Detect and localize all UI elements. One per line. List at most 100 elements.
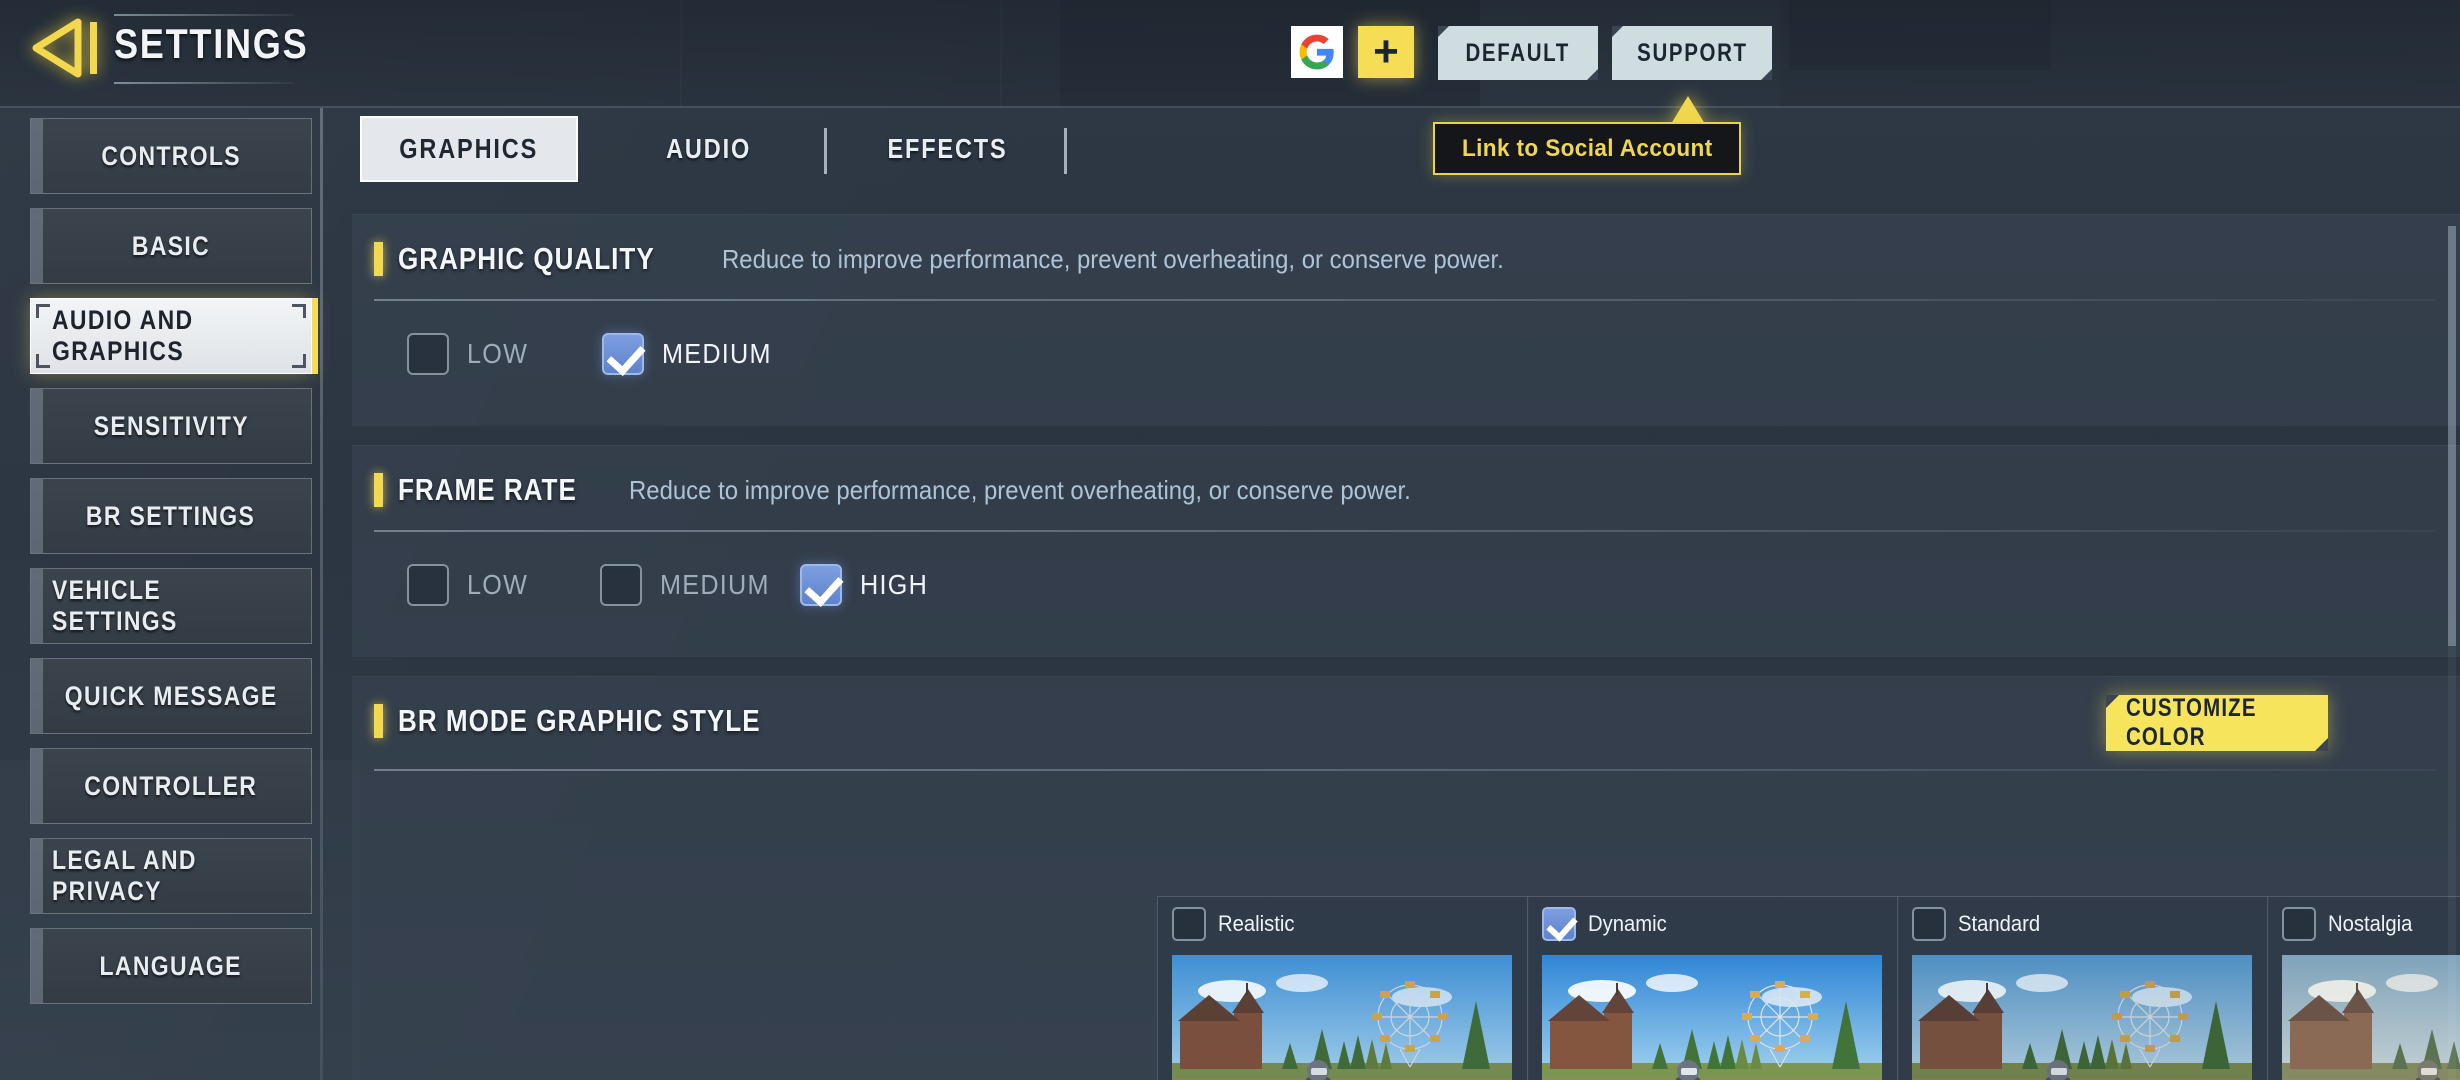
tab-separator (824, 128, 827, 174)
section-description: Reduce to improve performance, prevent o… (721, 243, 1504, 274)
style-thumbnail-realistic (1172, 955, 1512, 1080)
settings-sidebar: CONTROLS BASIC AUDIO AND GRAPHICS SENSIT… (0, 108, 322, 1080)
sidebar-item-label: LANGUAGE (99, 950, 243, 981)
option-graphic-quality-low[interactable]: LOW (407, 333, 535, 375)
section-rule (374, 299, 2436, 301)
sidebar-item-quick-message[interactable]: QUICK MESSAGE (30, 658, 312, 734)
sidebar-item-language[interactable]: LANGUAGE (30, 928, 312, 1004)
section-graphic-quality: GRAPHIC QUALITY Reduce to improve perfor… (352, 214, 2460, 426)
corner-notch-bottom-right (1587, 69, 1598, 80)
sidebar-item-legal-and-privacy[interactable]: LEGAL AND PRIVACY (30, 838, 312, 914)
sidebar-item-label: VEHICLE SETTINGS (52, 575, 178, 636)
sidebar-item-label: LEGAL AND PRIVACY (52, 845, 197, 906)
checkbox-dynamic[interactable] (1542, 907, 1576, 941)
style-card-header: Standard (1912, 907, 2047, 941)
tab-audio[interactable]: AUDIO (614, 116, 804, 182)
option-label: MEDIUM (660, 569, 770, 600)
option-graphic-quality-medium[interactable]: MEDIUM (602, 333, 784, 375)
sidebar-item-sensitivity[interactable]: SENSITIVITY (30, 388, 312, 464)
corner-notch-bottom-right (2315, 738, 2328, 751)
content-scrollbar-thumb[interactable] (2448, 226, 2456, 646)
checkbox-realistic[interactable] (1172, 907, 1206, 941)
option-label: MEDIUM (662, 338, 772, 369)
option-frame-rate-low[interactable]: LOW (407, 564, 535, 606)
corner-marker-top-right (292, 304, 306, 318)
style-thumbnail-dynamic (1542, 955, 1882, 1080)
br-mode-header: BR MODE GRAPHIC STYLE (374, 703, 830, 739)
top-bar: SETTINGS + DEFAULT SUPPORT (0, 0, 2460, 108)
game-scene-illustration (1172, 955, 1512, 1080)
checkbox-high[interactable] (800, 564, 842, 606)
option-label: HIGH (860, 569, 929, 600)
title-rule-top (114, 14, 294, 16)
google-logo-icon (1299, 34, 1334, 70)
style-card-header: Dynamic (1542, 907, 1674, 941)
sidebar-item-br-settings[interactable]: BR SETTINGS (30, 478, 312, 554)
checkbox-standard[interactable] (1912, 907, 1946, 941)
checkbox-medium[interactable] (602, 333, 644, 375)
style-thumbnail-standard (1912, 955, 2252, 1080)
graphic-quality-header: GRAPHIC QUALITY Reduce to improve perfor… (374, 241, 1571, 277)
section-title: GRAPHIC QUALITY (398, 241, 655, 276)
option-frame-rate-high[interactable]: HIGH (800, 564, 936, 606)
corner-notch-top-left (1438, 26, 1449, 37)
sidebar-item-label: BASIC (131, 230, 211, 261)
checkbox-nostalgia[interactable] (2282, 907, 2316, 941)
customize-color-label: CUSTOMIZE COLOR (2125, 694, 2257, 751)
checkbox-low[interactable] (407, 564, 449, 606)
tab-label: EFFECTS (886, 133, 1008, 164)
sidebar-item-label: CONTROLLER (84, 770, 258, 801)
page-title-wrap: SETTINGS (110, 6, 330, 92)
corner-marker-bottom-right (292, 354, 306, 368)
tab-graphics[interactable]: GRAPHICS (360, 116, 578, 182)
section-title: BR MODE GRAPHIC STYLE (398, 703, 761, 738)
frame-rate-header: FRAME RATE Reduce to improve performance… (374, 472, 1479, 508)
corner-marker-bottom-left (36, 354, 50, 368)
checkbox-medium[interactable] (600, 564, 642, 606)
game-scene-illustration (1542, 955, 1882, 1080)
section-accent-bar (374, 704, 383, 738)
corner-marker-top-left (36, 304, 50, 318)
section-title: FRAME RATE (398, 472, 577, 507)
tab-label: GRAPHICS (399, 133, 539, 164)
option-frame-rate-medium[interactable]: MEDIUM (600, 564, 782, 606)
google-account-button[interactable] (1291, 26, 1343, 78)
style-thumbnail-nostalgia (2282, 955, 2460, 1080)
style-card-header: Nostalgia (2282, 907, 2420, 941)
sidebar-item-controller[interactable]: CONTROLLER (30, 748, 312, 824)
sidebar-item-vehicle-settings[interactable]: VEHICLE SETTINGS (30, 568, 312, 644)
sidebar-divider (320, 108, 323, 1080)
corner-notch-bottom-right (1761, 69, 1772, 80)
plus-icon: + (1373, 27, 1399, 76)
default-button[interactable]: DEFAULT (1438, 26, 1598, 80)
sidebar-item-label: SENSITIVITY (93, 410, 249, 441)
tab-separator (1064, 128, 1067, 174)
sidebar-item-label: AUDIO AND GRAPHICS (52, 305, 194, 366)
add-account-button[interactable]: + (1358, 26, 1414, 78)
title-rule-bottom (114, 82, 294, 84)
section-frame-rate: FRAME RATE Reduce to improve performance… (352, 445, 2460, 657)
style-card-header: Realistic (1172, 907, 1301, 941)
support-button[interactable]: SUPPORT (1612, 26, 1772, 80)
sidebar-item-controls[interactable]: CONTROLS (30, 118, 312, 194)
tab-effects[interactable]: EFFECTS (852, 116, 1042, 182)
checkbox-low[interactable] (407, 333, 449, 375)
page-title: SETTINGS (114, 20, 309, 67)
back-arrow-icon (32, 18, 97, 78)
style-card-realistic[interactable]: Realistic (1157, 896, 1529, 1080)
customize-color-button[interactable]: CUSTOMIZE COLOR (2106, 694, 2328, 751)
style-card-dynamic[interactable]: Dynamic (1527, 896, 1899, 1080)
style-card-nostalgia[interactable]: Nostalgia (2267, 896, 2460, 1080)
back-button[interactable] (22, 8, 114, 88)
sidebar-item-label: BR SETTINGS (86, 500, 256, 531)
default-button-label: DEFAULT (1465, 38, 1571, 67)
settings-content: GRAPHICS AUDIO EFFECTS GRAPHIC QUALITY R… (352, 108, 2460, 1080)
section-rule (374, 530, 2436, 532)
option-label: LOW (467, 338, 529, 369)
sidebar-item-audio-and-graphics[interactable]: AUDIO AND GRAPHICS (30, 298, 312, 374)
game-scene-illustration (1912, 955, 2252, 1080)
style-card-standard[interactable]: Standard (1897, 896, 2269, 1080)
sidebar-item-basic[interactable]: BASIC (30, 208, 312, 284)
option-label: LOW (467, 569, 529, 600)
corner-notch-top-left (2106, 695, 2119, 708)
